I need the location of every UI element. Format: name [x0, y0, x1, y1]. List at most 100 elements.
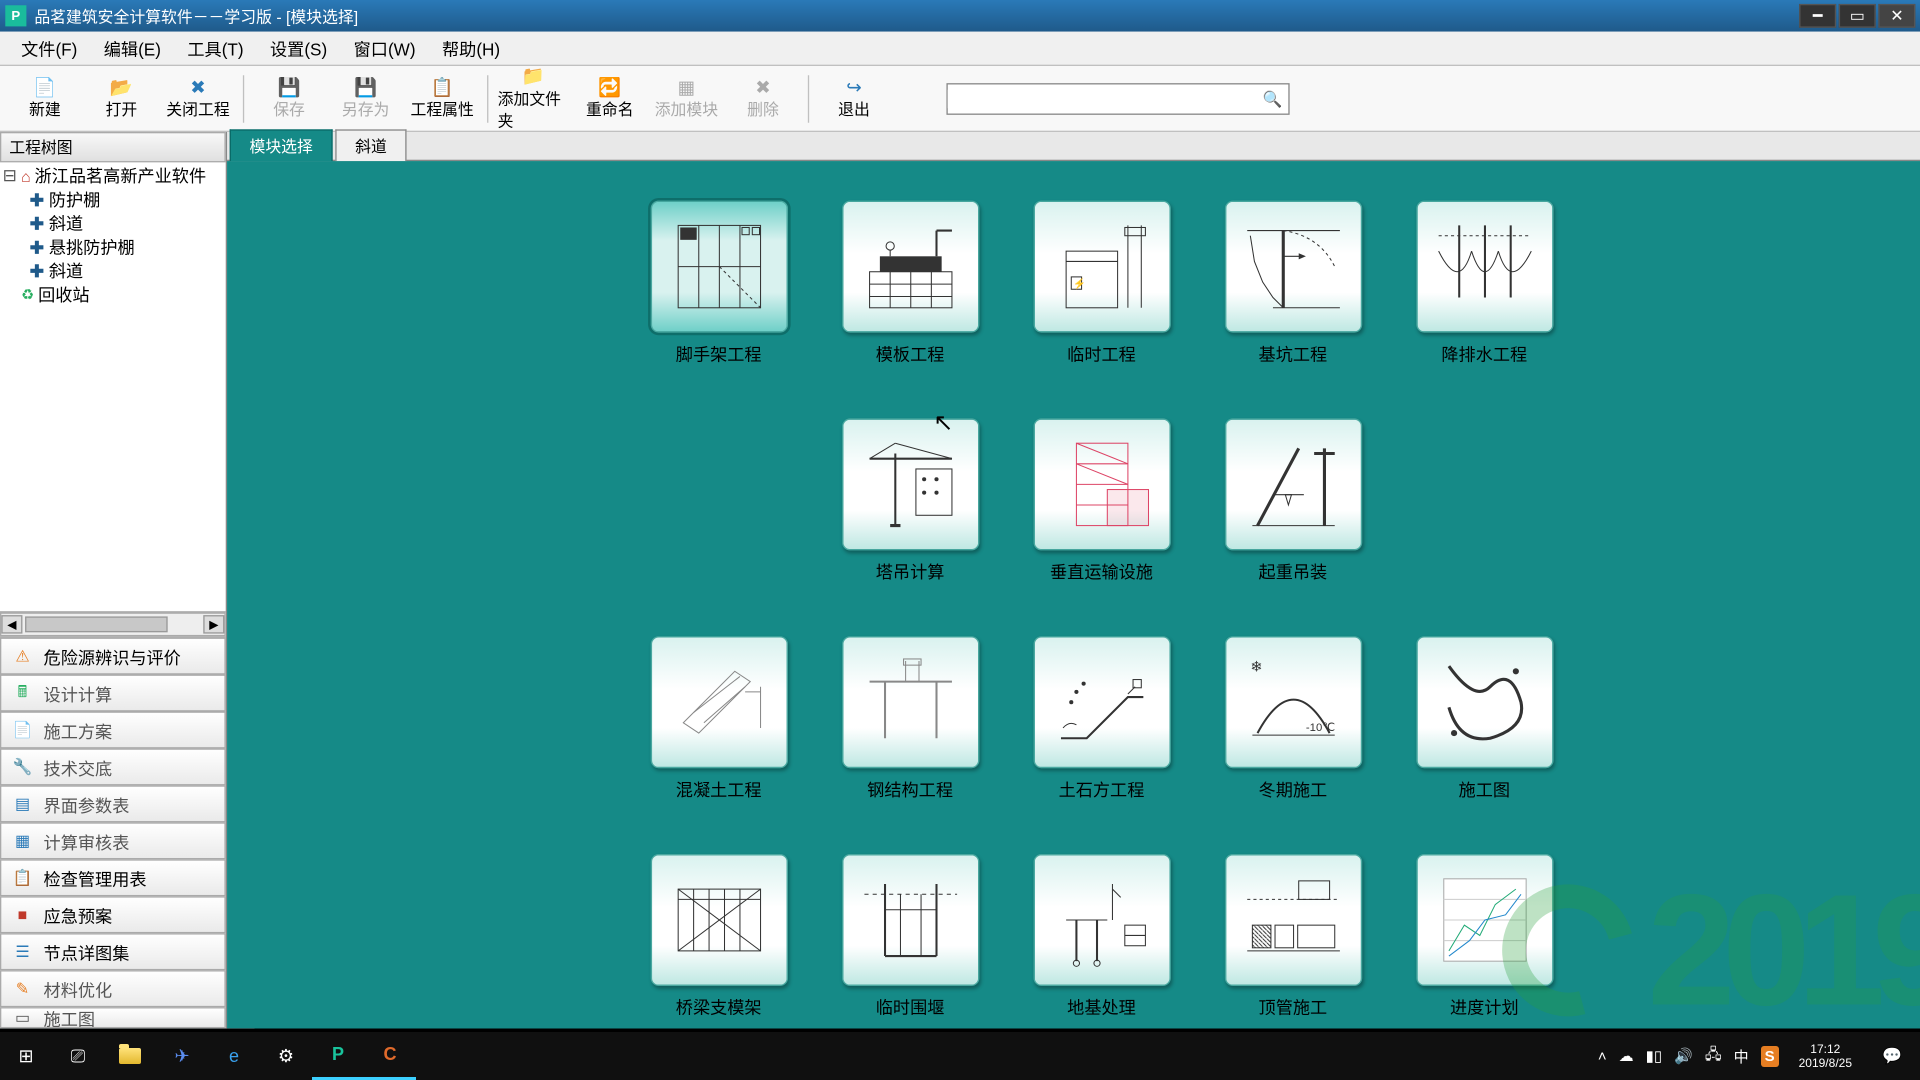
- taskbar-clock[interactable]: 17:12 2019/8/25: [1791, 1042, 1860, 1071]
- add-module-icon: ▦: [673, 77, 699, 98]
- side-btn-audit[interactable]: ▦计算审核表: [0, 822, 226, 859]
- menu-edit[interactable]: 编辑(E): [91, 32, 175, 65]
- svg-text:⚡: ⚡: [1073, 277, 1086, 290]
- module-lifting[interactable]: 起重吊装: [1224, 418, 1363, 583]
- menu-window[interactable]: 窗口(W): [340, 32, 428, 65]
- module-tower-crane[interactable]: 塔吊计算: [841, 418, 980, 583]
- minimize-button[interactable]: ━: [1799, 4, 1836, 28]
- tree-item[interactable]: ✚悬挑防护棚: [3, 236, 223, 260]
- file-explorer-button[interactable]: [104, 1032, 156, 1080]
- menu-help[interactable]: 帮助(H): [429, 32, 514, 65]
- cofferdam-icon: [842, 854, 979, 986]
- module-formwork[interactable]: 模板工程: [841, 201, 980, 366]
- tree-item[interactable]: ✚斜道: [3, 260, 223, 284]
- tray-ime-icon[interactable]: 中: [1734, 1046, 1749, 1067]
- menu-tools[interactable]: 工具(T): [174, 32, 257, 65]
- concrete-icon: [650, 636, 787, 768]
- schedule-icon: [1416, 854, 1553, 986]
- body: 工程树图 ⊟⌂浙江品茗高新产业软件 ✚防护棚 ✚斜道 ✚悬挑防护棚 ✚斜道 ♻回…: [0, 132, 1920, 1028]
- menu-file[interactable]: 文件(F): [8, 32, 91, 65]
- tree-item-label: 防护棚: [49, 189, 101, 213]
- bridge-icon: [650, 854, 787, 986]
- tree-item[interactable]: ✚斜道: [3, 213, 223, 237]
- scroll-left-button[interactable]: ◀: [1, 615, 22, 633]
- new-button[interactable]: 📄新建: [8, 68, 82, 129]
- tree-root[interactable]: ⊟⌂浙江品茗高新产业软件: [3, 165, 223, 189]
- app-camtasia-button[interactable]: C: [364, 1032, 416, 1080]
- rename-button[interactable]: 🔁重命名: [573, 68, 647, 129]
- save-as-label: 另存为: [342, 98, 390, 120]
- module-label: 顶管施工: [1259, 994, 1328, 1019]
- module-steel[interactable]: 钢结构工程: [841, 636, 980, 801]
- tower-crane-icon: [842, 418, 979, 550]
- side-btn-label: 应急预案: [44, 902, 113, 927]
- side-btn-checklist[interactable]: 📋检查管理用表: [0, 859, 226, 896]
- side-btn-hazard[interactable]: ⚠危险源辨识与评价: [0, 638, 226, 675]
- tree-horizontal-scrollbar[interactable]: ◀ ▶: [0, 612, 226, 636]
- project-tree: ⊟⌂浙江品茗高新产业软件 ✚防护棚 ✚斜道 ✚悬挑防护棚 ✚斜道 ♻回收站: [0, 162, 226, 612]
- toolbar-separator: [487, 75, 488, 123]
- app-pinming-button[interactable]: P: [312, 1032, 364, 1080]
- module-dewatering[interactable]: 降排水工程: [1415, 201, 1554, 366]
- module-temporary[interactable]: ⚡ 临时工程: [1032, 201, 1171, 366]
- exit-button[interactable]: ↪退出: [817, 68, 891, 129]
- side-btn-material[interactable]: ✎材料优化: [0, 970, 226, 1007]
- module-label: 起重吊装: [1259, 558, 1328, 583]
- exit-label: 退出: [838, 98, 870, 120]
- module-winter[interactable]: ❄-10℃ 冬期施工: [1224, 636, 1363, 801]
- recycle-icon: ♻: [21, 284, 34, 308]
- side-btn-params[interactable]: ▤界面参数表: [0, 785, 226, 822]
- scroll-right-button[interactable]: ▶: [203, 615, 224, 633]
- notification-button[interactable]: 💬: [1872, 1032, 1912, 1080]
- tree-item[interactable]: ✚防护棚: [3, 189, 223, 213]
- task-view-button[interactable]: ⎚: [52, 1032, 104, 1080]
- module-earthwork[interactable]: 土石方工程: [1032, 636, 1171, 801]
- side-btn-tech[interactable]: 🔧技术交底: [0, 748, 226, 785]
- scroll-thumb[interactable]: [25, 616, 168, 632]
- search-box[interactable]: 🔍: [946, 83, 1289, 115]
- module-label: 施工图: [1459, 776, 1511, 801]
- search-icon[interactable]: 🔍: [1257, 89, 1289, 107]
- open-button[interactable]: 📂打开: [84, 68, 158, 129]
- side-btn-design-calc[interactable]: 🖩设计计算: [0, 675, 226, 712]
- delete-button: ✖删除: [726, 68, 800, 129]
- module-concrete[interactable]: 混凝土工程: [649, 636, 788, 801]
- foundation-pit-icon: [1224, 201, 1361, 333]
- module-scaffold[interactable]: 脚手架工程: [649, 201, 788, 366]
- tab-module-select[interactable]: 模块选择: [230, 129, 333, 161]
- close-button[interactable]: ✕: [1878, 4, 1915, 28]
- module-vertical-transport[interactable]: 垂直运输设施: [1032, 418, 1171, 583]
- module-schedule[interactable]: 进度计划: [1415, 854, 1554, 1019]
- module-drawings[interactable]: 施工图: [1415, 636, 1554, 801]
- side-btn-label: 技术交底: [44, 754, 113, 779]
- side-btn-label: 节点详图集: [44, 939, 130, 964]
- tray-battery-icon[interactable]: ▮▯: [1646, 1047, 1663, 1065]
- settings-button[interactable]: ⚙: [260, 1032, 312, 1080]
- menu-settings[interactable]: 设置(S): [257, 32, 341, 65]
- tray-onedrive-icon[interactable]: ☁: [1619, 1047, 1634, 1065]
- module-cofferdam[interactable]: 临时围堰: [841, 854, 980, 1019]
- add-folder-button[interactable]: 📁添加文件夹: [496, 68, 570, 129]
- project-props-button[interactable]: 📋工程属性: [405, 68, 479, 129]
- side-btn-drawing[interactable]: ▭施工图: [0, 1007, 226, 1028]
- close-project-button[interactable]: ✖关闭工程: [161, 68, 235, 129]
- search-input[interactable]: [948, 89, 1257, 107]
- maximize-button[interactable]: ▭: [1839, 4, 1876, 28]
- tree-recycle[interactable]: ♻回收站: [3, 284, 223, 308]
- tray-volume-icon[interactable]: 🔊: [1674, 1047, 1693, 1065]
- start-button[interactable]: ⊞: [0, 1032, 52, 1080]
- tray-chevron-up-icon[interactable]: ˄: [1598, 1048, 1607, 1065]
- tree-item-label: 斜道: [49, 213, 83, 237]
- module-pipe-jacking[interactable]: 顶管施工: [1224, 854, 1363, 1019]
- side-btn-emergency[interactable]: ■应急预案: [0, 896, 226, 933]
- edge-button[interactable]: e: [208, 1032, 260, 1080]
- app-button[interactable]: ✈: [156, 1032, 208, 1080]
- tab-ramp[interactable]: 斜道: [335, 129, 406, 161]
- module-foundation[interactable]: 地基处理: [1032, 854, 1171, 1019]
- module-foundation-pit[interactable]: 基坑工程: [1224, 201, 1363, 366]
- tray-network-icon[interactable]: 🖧: [1705, 1044, 1722, 1069]
- tray-sogou-icon[interactable]: S: [1761, 1046, 1779, 1067]
- module-bridge-formwork[interactable]: 桥梁支模架: [649, 854, 788, 1019]
- side-btn-nodes[interactable]: ☰节点详图集: [0, 933, 226, 970]
- side-btn-plan[interactable]: 📄施工方案: [0, 711, 226, 748]
